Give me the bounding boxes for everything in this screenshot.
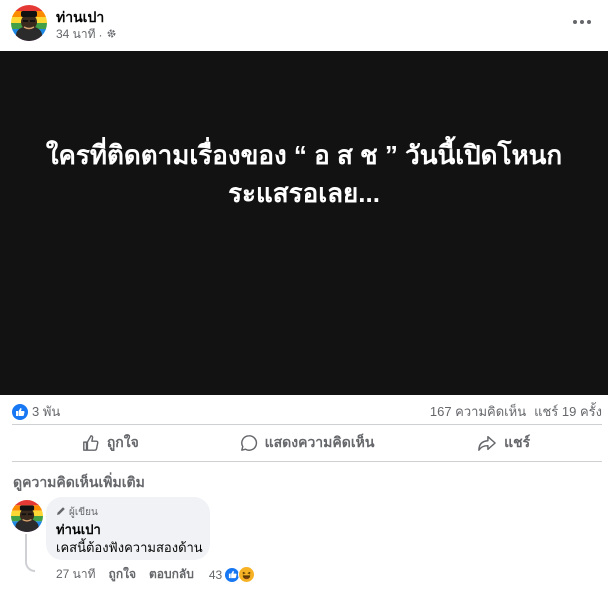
reaction-count: 43	[208, 567, 223, 582]
author-avatar[interactable]	[11, 5, 47, 41]
thread-line	[25, 534, 35, 572]
action-bar: ถูกใจ แสดงความคิดเห็น แชร์	[12, 426, 602, 460]
more-horizontal-icon[interactable]	[572, 14, 592, 30]
author-badge-label: ผู้เขียน	[69, 507, 98, 518]
like-button[interactable]: ถูกใจ	[12, 426, 209, 460]
share-label: แชร์	[504, 434, 531, 450]
reaction-counts: 3 พัน 167 ความคิดเห็น แชร์ 19 ครั้ง	[12, 398, 602, 420]
engagement-counts: 167 ความคิดเห็น แชร์ 19 ครั้ง	[430, 401, 602, 422]
comment-like-button[interactable]: ถูกใจ	[109, 565, 136, 584]
like-label: ถูกใจ	[106, 434, 139, 450]
comment-reactions[interactable]: 43	[208, 566, 256, 583]
comment-actions: 27 นาที ถูกใจ ตอบกลับ 43	[56, 565, 256, 584]
post-text: ใครที่ติดตามเรื่องของ “ อ ส ช ” วันนี้เป…	[0, 136, 608, 212]
comment-text: เคสนี้ต้องฟังความสองด้าน	[56, 540, 203, 555]
likes-summary[interactable]: 3 พัน	[12, 401, 60, 422]
like-reaction-icon	[12, 403, 28, 420]
post-time[interactable]: 34 นาที	[56, 25, 96, 44]
comment-icon	[240, 434, 258, 452]
post-image[interactable]	[0, 51, 608, 395]
meta-separator: ·	[98, 27, 103, 42]
comment-time[interactable]: 27 นาที	[56, 565, 96, 584]
comment-label: แสดงความคิดเห็น	[264, 434, 375, 450]
share-button[interactable]: แชร์	[405, 426, 602, 460]
author-badge: ผู้เขียน	[56, 505, 98, 520]
divider	[12, 424, 602, 425]
comment-reply-button[interactable]: ตอบกลับ	[149, 565, 194, 584]
comment-bubble: ผู้เขียน ท่านเปา เคสนี้ต้องฟังความสองด้า…	[46, 497, 210, 560]
commenter-avatar[interactable]	[11, 500, 43, 532]
view-more-comments-link[interactable]: ดูความคิดเห็นเพิ่มเติม	[13, 472, 145, 494]
thumbs-up-icon	[82, 434, 100, 452]
post-text-line2: ระแสรอเลย...	[228, 178, 380, 208]
post-text-line1: ใครที่ติดตามเรื่องของ “ อ ส ช ” วันนี้เป…	[45, 140, 563, 170]
pencil-icon	[56, 506, 66, 519]
divider	[12, 461, 602, 462]
comments-count[interactable]: 167 ความคิดเห็น	[430, 401, 526, 422]
likes-count: 3 พัน	[32, 404, 61, 419]
gear-icon[interactable]	[106, 28, 117, 42]
haha-reaction-icon	[238, 566, 256, 583]
comment-button[interactable]: แสดงความคิดเห็น	[209, 426, 406, 460]
post-header: ท่านเปา 34 นาที ·	[0, 0, 608, 51]
post-meta: 34 นาที ·	[56, 25, 117, 44]
shares-count[interactable]: แชร์ 19 ครั้ง	[534, 401, 602, 422]
share-icon	[477, 434, 497, 452]
